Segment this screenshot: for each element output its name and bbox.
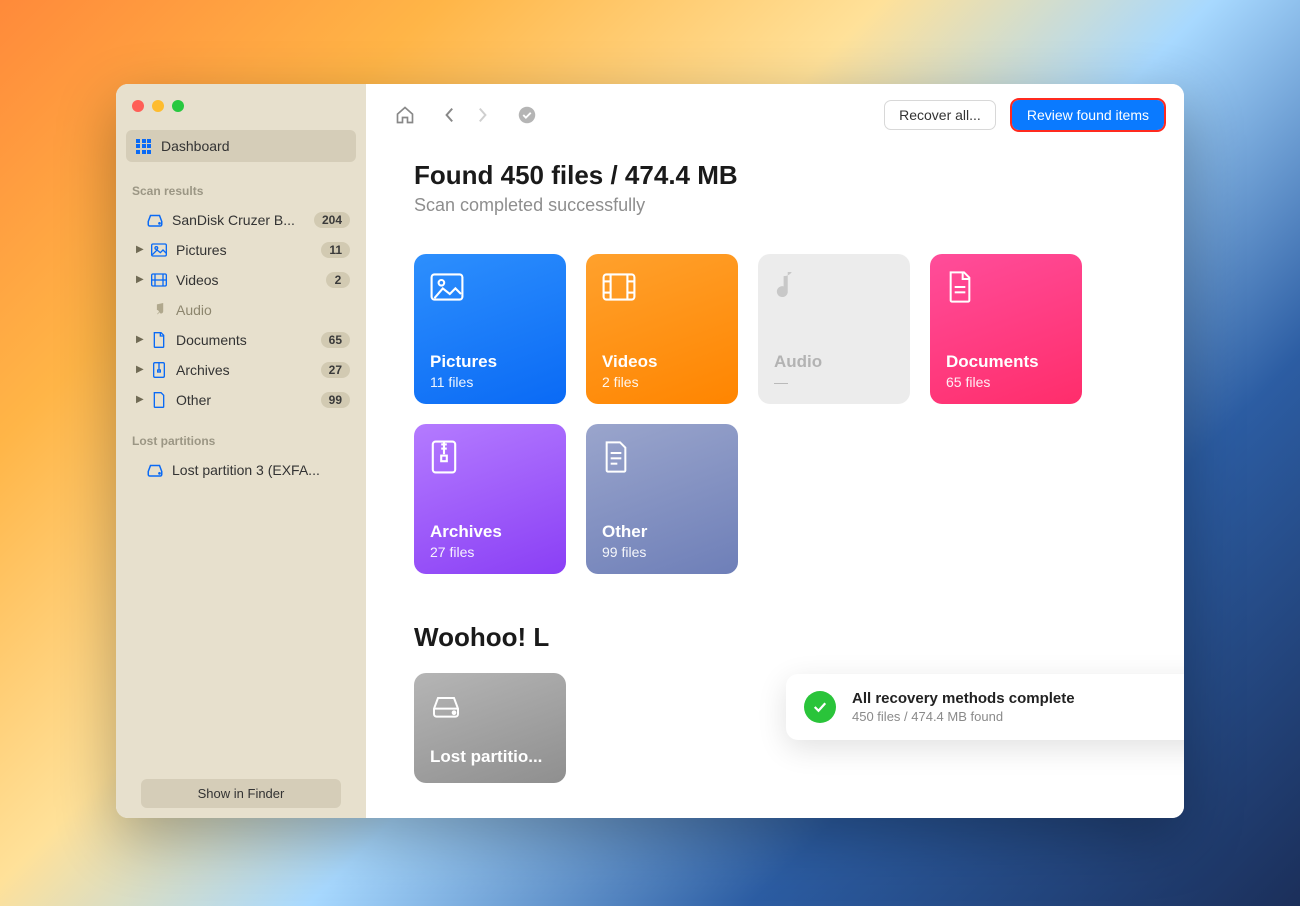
toast-title: All recovery methods complete xyxy=(852,690,1184,707)
other-icon xyxy=(602,438,722,476)
tile-sub: 11 files xyxy=(430,374,550,390)
check-circle-icon xyxy=(804,691,836,723)
item-badge: 65 xyxy=(321,332,350,348)
review-found-items-button[interactable]: Review found items xyxy=(1012,100,1164,130)
sidebar-archives[interactable]: ▶ Archives 27 xyxy=(126,356,356,384)
chevron-right-icon: ▶ xyxy=(136,274,150,285)
drive-label: SanDisk Cruzer B... xyxy=(172,212,314,228)
sidebar: Dashboard Scan results SanDisk Cruzer B.… xyxy=(116,84,366,818)
tile-title: Pictures xyxy=(430,352,550,372)
other-icon xyxy=(150,392,168,408)
tile-title: Lost partitio... xyxy=(430,747,550,767)
audio-icon xyxy=(774,268,894,306)
item-badge: 11 xyxy=(321,242,350,258)
item-badge: 99 xyxy=(321,392,350,408)
window-controls xyxy=(126,96,356,130)
tile-sub: 65 files xyxy=(946,374,1066,390)
picture-icon xyxy=(430,268,550,306)
tile-title: Documents xyxy=(946,352,1066,372)
audio-icon xyxy=(150,302,168,318)
close-window[interactable] xyxy=(132,100,144,112)
item-label: Pictures xyxy=(176,242,321,258)
sidebar-pictures[interactable]: ▶ Pictures 11 xyxy=(126,236,356,264)
woohoo-heading: Woohoo! L xyxy=(414,622,1154,653)
tile-title: Videos xyxy=(602,352,722,372)
main-content: Recover all... Review found items Found … xyxy=(366,84,1184,818)
document-icon xyxy=(946,268,1066,306)
tile-title: Other xyxy=(602,522,722,542)
video-icon xyxy=(602,268,722,306)
tile-sub: 2 files xyxy=(602,374,722,390)
tile-videos[interactable]: Videos 2 files xyxy=(586,254,738,404)
toolbar: Recover all... Review found items xyxy=(366,84,1184,140)
chevron-right-icon: ▶ xyxy=(136,244,150,255)
tile-audio: Audio — xyxy=(758,254,910,404)
home-icon[interactable] xyxy=(394,104,416,126)
app-window: Dashboard Scan results SanDisk Cruzer B.… xyxy=(116,84,1184,818)
scan-results-tree: SanDisk Cruzer B... 204 ▶ Pictures 11 ▶ … xyxy=(126,206,356,414)
tile-other[interactable]: Other 99 files xyxy=(586,424,738,574)
lost-partitions-tree: Lost partition 3 (EXFA... xyxy=(126,456,356,484)
grid-icon xyxy=(136,139,151,154)
show-in-finder-button[interactable]: Show in Finder xyxy=(141,779,341,808)
chevron-right-icon: ▶ xyxy=(136,334,150,345)
section-scan-results: Scan results xyxy=(126,184,356,206)
video-icon xyxy=(150,272,168,288)
nav-back[interactable] xyxy=(438,104,460,126)
zoom-window[interactable] xyxy=(172,100,184,112)
tile-documents[interactable]: Documents 65 files xyxy=(930,254,1082,404)
tile-lost-partition[interactable]: Lost partitio... xyxy=(414,673,566,783)
item-label: Documents xyxy=(176,332,321,348)
chevron-right-icon: ▶ xyxy=(136,364,150,375)
sidebar-documents[interactable]: ▶ Documents 65 xyxy=(126,326,356,354)
archive-icon xyxy=(150,362,168,378)
tile-title: Audio xyxy=(774,352,894,372)
category-tiles: Pictures 11 files Videos 2 files xyxy=(414,254,1154,574)
tile-title: Archives xyxy=(430,522,550,542)
document-icon xyxy=(150,332,168,348)
archive-icon xyxy=(430,438,550,476)
chevron-right-icon: ▶ xyxy=(136,394,150,405)
completion-toast: All recovery methods complete 450 files … xyxy=(786,674,1184,740)
item-badge: 27 xyxy=(321,362,350,378)
lost-partition-item[interactable]: Lost partition 3 (EXFA... xyxy=(126,456,356,484)
recover-all-button[interactable]: Recover all... xyxy=(884,100,996,130)
toast-subtitle: 450 files / 474.4 MB found xyxy=(852,709,1184,724)
page-title: Found 450 files / 474.4 MB xyxy=(414,160,1154,191)
check-status-icon[interactable] xyxy=(516,104,538,126)
tile-sub: — xyxy=(774,374,894,390)
disk-icon xyxy=(430,687,550,725)
drive-badge: 204 xyxy=(314,212,350,228)
drive-item[interactable]: SanDisk Cruzer B... 204 xyxy=(126,206,356,234)
tile-pictures[interactable]: Pictures 11 files xyxy=(414,254,566,404)
sidebar-audio[interactable]: Audio xyxy=(126,296,356,324)
dashboard-label: Dashboard xyxy=(161,138,230,154)
lost-partition-label: Lost partition 3 (EXFA... xyxy=(172,462,350,478)
minimize-window[interactable] xyxy=(152,100,164,112)
item-label: Audio xyxy=(176,302,350,318)
item-label: Videos xyxy=(176,272,326,288)
picture-icon xyxy=(150,242,168,258)
section-lost-partitions: Lost partitions xyxy=(126,434,356,456)
tile-sub: 99 files xyxy=(602,544,722,560)
tile-sub: 27 files xyxy=(430,544,550,560)
disk-icon xyxy=(146,212,164,228)
disk-icon xyxy=(146,462,164,478)
sidebar-videos[interactable]: ▶ Videos 2 xyxy=(126,266,356,294)
item-label: Other xyxy=(176,392,321,408)
item-label: Archives xyxy=(176,362,321,378)
nav-forward[interactable] xyxy=(472,104,494,126)
dashboard-button[interactable]: Dashboard xyxy=(126,130,356,162)
item-badge: 2 xyxy=(326,272,350,288)
page-subtitle: Scan completed successfully xyxy=(414,195,1154,216)
sidebar-other[interactable]: ▶ Other 99 xyxy=(126,386,356,414)
tile-archives[interactable]: Archives 27 files xyxy=(414,424,566,574)
